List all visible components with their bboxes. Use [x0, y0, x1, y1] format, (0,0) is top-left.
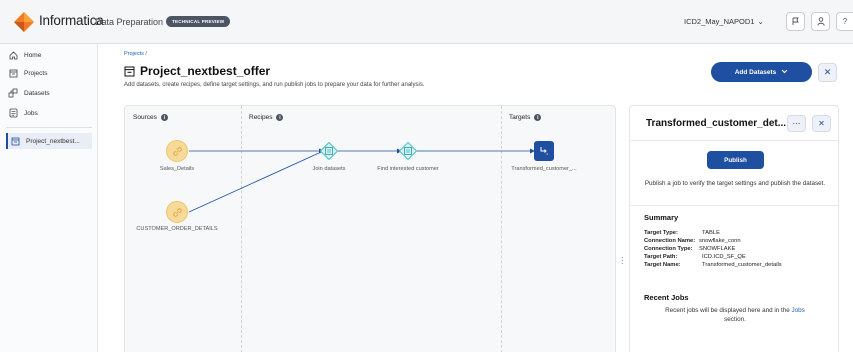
project-icon [124, 66, 135, 76]
recent-jobs-text: section. [724, 316, 746, 323]
summary-value: ICD.ICD_SF_QE [702, 254, 746, 260]
summary-title: Summary [644, 213, 679, 222]
summary-row-target-type: Target Type: TABLE [644, 230, 720, 236]
flag-button[interactable] [786, 12, 805, 31]
product-switcher[interactable]: Data Preparation ⌄ [95, 16, 174, 27]
sidebar-item-jobs[interactable]: Jobs [6, 105, 92, 121]
recipe-label: Find interested customer [377, 166, 439, 172]
recipe-node-find-interested-customer[interactable] [399, 142, 417, 160]
close-icon: ✕ [823, 67, 832, 77]
home-icon [8, 50, 18, 60]
panel-resize-handle[interactable]: · · · [621, 254, 624, 268]
link-icon [172, 207, 182, 217]
brand-name: Informatica [39, 13, 104, 28]
more-icon: ⋯ [792, 119, 801, 128]
informatica-logo-icon [14, 12, 34, 32]
summary-divider [630, 205, 838, 206]
page-title-text: Project_nextbest_offer [140, 64, 271, 78]
summary-key: Connection Type: [644, 246, 693, 252]
target-icon [540, 147, 548, 155]
target-details-panel: Transformed_customer_det... ⋯ ✕ Publish … [629, 105, 839, 352]
recent-jobs-text: Recent jobs will be displayed here and i… [665, 307, 790, 314]
more-actions-button[interactable]: ⋯ [787, 115, 806, 132]
sidebar-item-label: Project_nextbest... [26, 137, 80, 145]
breadcrumb-separator: / [145, 51, 147, 57]
summary-value: Transformed_customer_details [702, 262, 782, 268]
user-button[interactable] [811, 12, 830, 31]
sidebar-divider [6, 127, 92, 128]
breadcrumb-projects-link[interactable]: Projects [124, 51, 144, 57]
user-icon [816, 17, 825, 26]
chevron-down-icon: ⌄ [757, 17, 764, 26]
projects-icon [8, 68, 18, 78]
page-title: Project_nextbest_offer [124, 64, 270, 78]
summary-row-target-path: Target Path: ICD.ICD_SF_QE [644, 254, 746, 260]
project-icon [10, 136, 20, 146]
source-label: Sales_Details [159, 166, 195, 172]
summary-key: Target Type: [644, 230, 678, 236]
sidebar-item-datasets[interactable]: Datasets [6, 85, 92, 101]
sidebar-item-label: Datasets [24, 89, 50, 97]
jobs-link[interactable]: Jobs [792, 307, 805, 314]
source-label: CUSTOMER_ORDER_DETAILS [136, 226, 218, 232]
publish-button[interactable]: Publish [707, 151, 764, 169]
summary-key: Target Name: [644, 262, 681, 268]
help-icon: ? [842, 17, 848, 26]
page-subtitle: Add datasets, create recipes, define tar… [124, 82, 425, 88]
summary-row-connection-name: Connection Name: snowflake_conn [644, 238, 741, 244]
breadcrumb: Projects / [124, 51, 147, 57]
org-name: ICD2_May_NAPOD1 [684, 17, 755, 26]
panel-title: Transformed_customer_det... [646, 118, 787, 129]
publish-description: Publish a job to verify the target setti… [644, 180, 826, 187]
sidebar-item-label: Projects [24, 69, 48, 77]
target-label: Transformed_customer_... [511, 166, 577, 172]
sidebar-item-projects[interactable]: Projects [6, 65, 92, 81]
flow-canvas: Sources i Recipes i Targets i Sales_Deta… [124, 105, 616, 352]
summary-value: SNOWFLAKE [699, 246, 736, 252]
close-icon: ✕ [818, 119, 825, 128]
add-datasets-button[interactable]: Add Datasets [711, 62, 812, 82]
close-project-button[interactable]: ✕ [818, 63, 837, 82]
add-datasets-label: Add Datasets [734, 68, 777, 76]
sidebar: Home Projects Datasets Jobs Project_next… [0, 44, 98, 352]
flag-icon [792, 17, 799, 25]
datasets-icon [8, 88, 18, 98]
link-customer-to-join [188, 152, 320, 213]
summary-key: Connection Name: [644, 238, 696, 244]
recent-jobs-title: Recent Jobs [644, 293, 689, 302]
sidebar-item-home[interactable]: Home [6, 47, 92, 63]
recent-jobs-description: Recent jobs will be displayed here and i… [640, 306, 830, 324]
link-icon [172, 146, 182, 156]
summary-row-target-name: Target Name: Transformed_customer_detail… [644, 262, 782, 268]
summary-value: snowflake_conn [699, 238, 741, 244]
top-bar: Informatica Data Preparation ⌄ TECHNICAL… [0, 0, 853, 44]
recipe-node-join-datasets[interactable] [320, 142, 338, 160]
help-button[interactable]: ? [836, 12, 853, 31]
sidebar-item-project-nextbest[interactable]: Project_nextbest... [6, 133, 92, 149]
close-panel-button[interactable]: ✕ [812, 115, 831, 132]
panel-divider [630, 140, 838, 141]
chevron-down-icon [781, 69, 788, 76]
summary-row-connection-type: Connection Type: SNOWFLAKE [644, 246, 735, 252]
recipe-label: Join datasets [312, 166, 346, 172]
sidebar-item-label: Jobs [24, 109, 38, 117]
source-node-customer-order-details[interactable] [166, 201, 188, 223]
jobs-icon [8, 108, 18, 118]
target-node-transformed-customer[interactable] [534, 141, 554, 161]
org-switcher[interactable]: ICD2_May_NAPOD1 ⌄ [684, 17, 764, 26]
source-node-sales-details[interactable] [166, 140, 188, 162]
product-name: Data Preparation [95, 16, 164, 27]
summary-key: Target Path: [644, 254, 678, 260]
sidebar-item-label: Home [24, 51, 42, 59]
summary-value: TABLE [702, 230, 720, 236]
technical-preview-badge: TECHNICAL PREVIEW [166, 16, 231, 27]
